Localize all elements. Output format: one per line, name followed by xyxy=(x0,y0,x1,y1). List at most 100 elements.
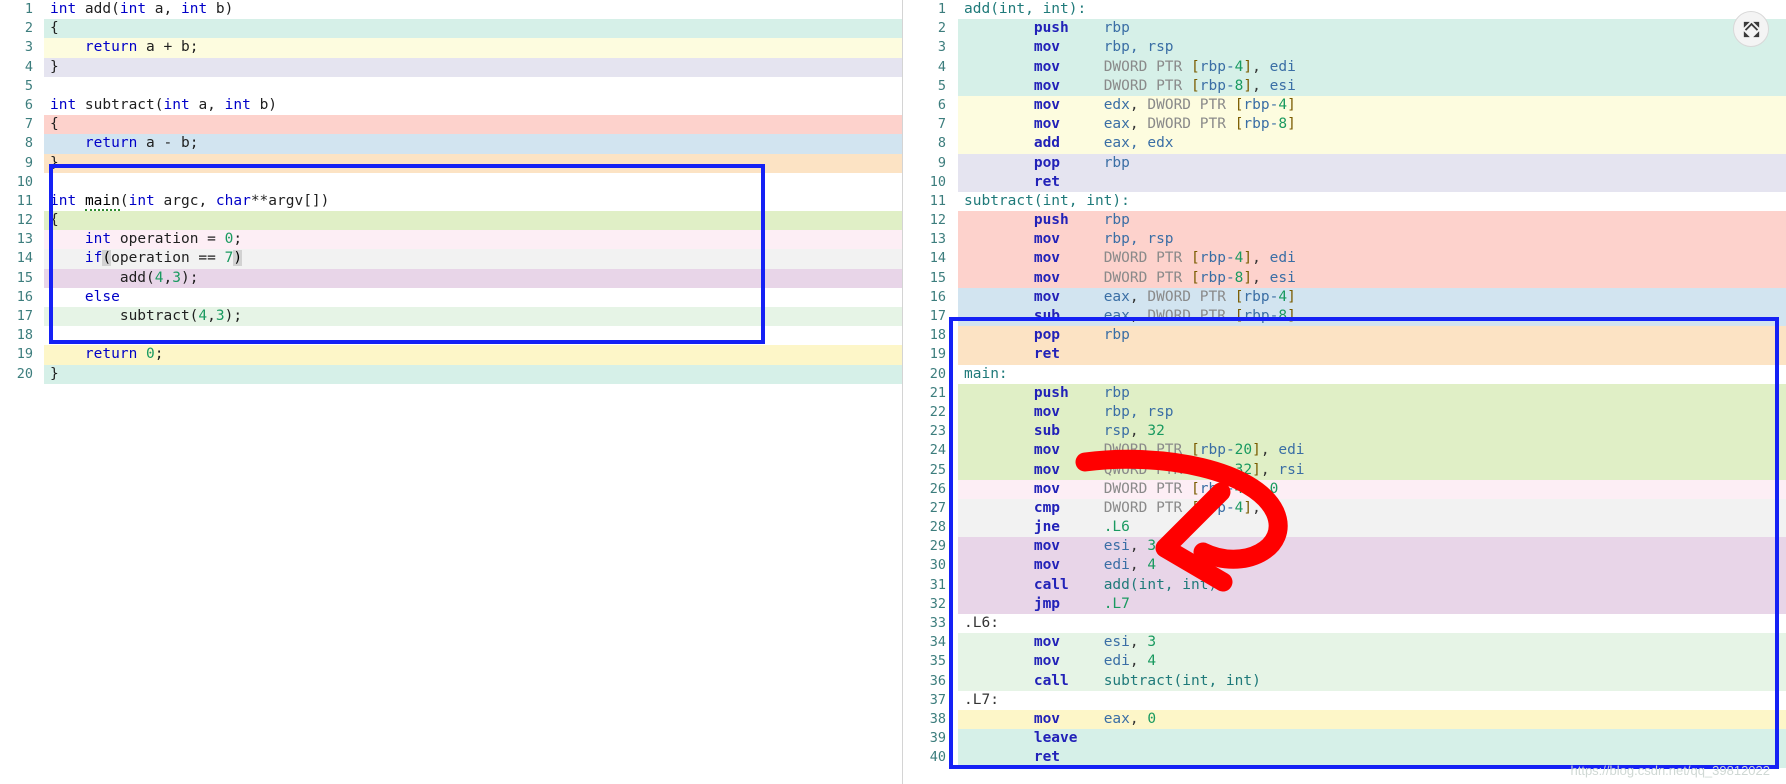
code-line-text[interactable]: mov eax, DWORD PTR [rbp-8] xyxy=(958,115,1786,135)
assembly-code-row[interactable]: 37 .L7: xyxy=(903,690,1786,710)
code-line-text[interactable]: mov eax, 0 xyxy=(958,709,1786,730)
source-code-row[interactable]: 8 return a - b; xyxy=(0,134,903,154)
code-line-text[interactable]: mov edi, 4 xyxy=(958,652,1786,672)
code-line-text[interactable] xyxy=(44,77,903,96)
code-line-text[interactable]: return a - b; xyxy=(44,134,903,154)
code-line-text[interactable]: return a + b; xyxy=(44,38,903,58)
source-code-lines[interactable]: 1 int add(int a, int b) 2{3 return a + b; 4… xyxy=(0,0,903,384)
assembly-code-row[interactable]: 7 mov eax, DWORD PTR [rbp-8] xyxy=(903,115,1786,135)
code-line-text[interactable]: call subtract(int, int) xyxy=(958,671,1786,691)
assembly-output-pane[interactable]: 1 add(int, int): 2 push rbp 3 mov rbp, rsp 4… xyxy=(903,0,1786,784)
assembly-code-row[interactable]: 25 mov QWORD PTR [rbp-32], rsi xyxy=(903,460,1786,480)
assembly-code-row[interactable]: 26 mov DWORD PTR [rbp-4], 0 xyxy=(903,479,1786,499)
code-line-text[interactable]: push rbp xyxy=(958,383,1786,403)
code-line-text[interactable]: mov rbp, rsp xyxy=(958,230,1786,250)
assembly-code-row[interactable]: 18 pop rbp xyxy=(903,326,1786,346)
code-line-text[interactable]: int main(int argc, char**argv[]) xyxy=(44,192,903,211)
code-line-text[interactable]: add(4,3); xyxy=(44,268,903,288)
code-line-text[interactable]: main: xyxy=(958,365,1786,384)
assembly-code-row[interactable]: 23 sub rsp, 32 xyxy=(903,422,1786,442)
source-code-row[interactable]: 9} xyxy=(0,153,903,173)
code-line-text[interactable]: else xyxy=(44,288,903,307)
code-line-text[interactable]: mov edx, DWORD PTR [rbp-4] xyxy=(958,95,1786,116)
code-line-text[interactable]: ret xyxy=(958,345,1786,365)
code-line-text[interactable]: { xyxy=(44,19,903,39)
code-line-text[interactable]: } xyxy=(44,57,903,77)
fullscreen-button[interactable] xyxy=(1733,11,1769,47)
assembly-code-row[interactable]: 31 call add(int, int) xyxy=(903,575,1786,595)
source-code-row[interactable]: 14 if(operation == 7) xyxy=(0,249,903,269)
source-code-row[interactable]: 10 xyxy=(0,172,903,192)
code-line-text[interactable]: } xyxy=(44,364,903,384)
assembly-code-row[interactable]: 29 mov esi, 3 xyxy=(903,537,1786,557)
code-line-text[interactable]: .L6: xyxy=(958,614,1786,633)
assembly-code-row[interactable]: 10 ret xyxy=(903,172,1786,192)
code-line-text[interactable] xyxy=(44,173,903,192)
assembly-code-row[interactable]: 15 mov DWORD PTR [rbp-8], esi xyxy=(903,268,1786,288)
code-line-text[interactable]: mov rbp, rsp xyxy=(958,402,1786,423)
assembly-code-row[interactable]: 30 mov edi, 4 xyxy=(903,556,1786,576)
assembly-code-row[interactable]: 20 main: xyxy=(903,364,1786,384)
code-line-text[interactable]: mov DWORD PTR [rbp-8], esi xyxy=(958,76,1786,96)
assembly-code-row[interactable]: 36 call subtract(int, int) xyxy=(903,671,1786,691)
assembly-code-lines[interactable]: 1 add(int, int): 2 push rbp 3 mov rbp, rsp 4… xyxy=(903,0,1786,768)
code-line-text[interactable]: add eax, edx xyxy=(958,134,1786,154)
assembly-code-row[interactable]: 24 mov DWORD PTR [rbp-20], edi xyxy=(903,441,1786,461)
assembly-code-row[interactable]: 33 .L6: xyxy=(903,614,1786,634)
code-line-text[interactable]: } xyxy=(44,153,903,173)
assembly-code-row[interactable]: 17 sub eax, DWORD PTR [rbp-8] xyxy=(903,307,1786,327)
assembly-code-row[interactable]: 34 mov esi, 3 xyxy=(903,633,1786,653)
code-line-text[interactable]: { xyxy=(44,211,903,231)
code-line-text[interactable]: mov DWORD PTR [rbp-4], edi xyxy=(958,249,1786,269)
code-line-text[interactable]: leave xyxy=(958,729,1786,749)
code-line-text[interactable]: mov DWORD PTR [rbp-8], esi xyxy=(958,268,1786,288)
assembly-code-row[interactable]: 13 mov rbp, rsp xyxy=(903,230,1786,250)
source-code-row[interactable]: 13 int operation = 0; xyxy=(0,230,903,250)
code-line-text[interactable]: add(int, int): xyxy=(958,0,1786,19)
code-line-text[interactable]: int subtract(int a, int b) xyxy=(44,96,903,115)
code-line-text[interactable]: .L7: xyxy=(958,691,1786,710)
assembly-code-row[interactable]: 21 push rbp xyxy=(903,383,1786,403)
code-line-text[interactable]: mov DWORD PTR [rbp-4], edi xyxy=(958,57,1786,77)
assembly-code-row[interactable]: 2 push rbp xyxy=(903,19,1786,39)
source-code-row[interactable]: 2{ xyxy=(0,19,903,39)
code-line-text[interactable]: ret xyxy=(958,172,1786,192)
assembly-code-row[interactable]: 38 mov eax, 0 xyxy=(903,709,1786,730)
assembly-code-row[interactable]: 9 pop rbp xyxy=(903,153,1786,173)
source-code-row[interactable]: 20} xyxy=(0,364,903,384)
source-code-row[interactable]: 17 subtract(4,3); xyxy=(0,307,903,327)
code-line-text[interactable]: mov esi, 3 xyxy=(958,537,1786,557)
code-line-text[interactable]: mov DWORD PTR [rbp-4], 0 xyxy=(958,479,1786,499)
code-line-text[interactable]: mov QWORD PTR [rbp-32], rsi xyxy=(958,460,1786,480)
source-code-row[interactable]: 7{ xyxy=(0,115,903,135)
assembly-code-row[interactable]: 22 mov rbp, rsp xyxy=(903,402,1786,423)
source-code-row[interactable]: 16 else xyxy=(0,287,903,308)
code-line-text[interactable]: cmp DWORD PTR [rbp-4], 7 xyxy=(958,498,1786,519)
code-line-text[interactable]: subtract(int, int): xyxy=(958,192,1786,211)
code-line-text[interactable]: push rbp xyxy=(958,19,1786,39)
assembly-code-row[interactable]: 27 cmp DWORD PTR [rbp-4], 7 xyxy=(903,498,1786,519)
assembly-code-row[interactable]: 3 mov rbp, rsp xyxy=(903,38,1786,58)
code-line-text[interactable] xyxy=(44,326,903,345)
source-code-row[interactable]: 19 return 0; xyxy=(0,345,903,365)
assembly-code-row[interactable]: 6 mov edx, DWORD PTR [rbp-4] xyxy=(903,95,1786,116)
pane-divider[interactable] xyxy=(902,0,903,784)
source-code-pane[interactable]: 1 int add(int a, int b) 2{3 return a + b; 4… xyxy=(0,0,903,784)
code-line-text[interactable]: mov edi, 4 xyxy=(958,556,1786,576)
assembly-code-row[interactable]: 5 mov DWORD PTR [rbp-8], esi xyxy=(903,76,1786,96)
code-line-text[interactable]: pop rbp xyxy=(958,153,1786,173)
code-line-text[interactable]: int add(int a, int b) xyxy=(44,0,903,19)
code-line-text[interactable]: mov rbp, rsp xyxy=(958,38,1786,58)
code-line-text[interactable]: pop rbp xyxy=(958,326,1786,346)
source-code-row[interactable]: 11 int main(int argc, char**argv[]) xyxy=(0,191,903,212)
assembly-code-row[interactable]: 16 mov eax, DWORD PTR [rbp-4] xyxy=(903,287,1786,308)
code-line-text[interactable]: call add(int, int) xyxy=(958,575,1786,595)
assembly-code-row[interactable]: 14 mov DWORD PTR [rbp-4], edi xyxy=(903,249,1786,269)
assembly-code-row[interactable]: 4 mov DWORD PTR [rbp-4], edi xyxy=(903,57,1786,77)
assembly-code-row[interactable]: 11 subtract(int, int): xyxy=(903,191,1786,212)
assembly-code-row[interactable]: 32 jmp .L7 xyxy=(903,594,1786,615)
code-line-text[interactable]: int operation = 0; xyxy=(44,230,903,250)
source-code-row[interactable]: 4} xyxy=(0,57,903,77)
code-line-text[interactable]: mov eax, DWORD PTR [rbp-4] xyxy=(958,287,1786,307)
assembly-code-row[interactable]: 12 push rbp xyxy=(903,211,1786,231)
